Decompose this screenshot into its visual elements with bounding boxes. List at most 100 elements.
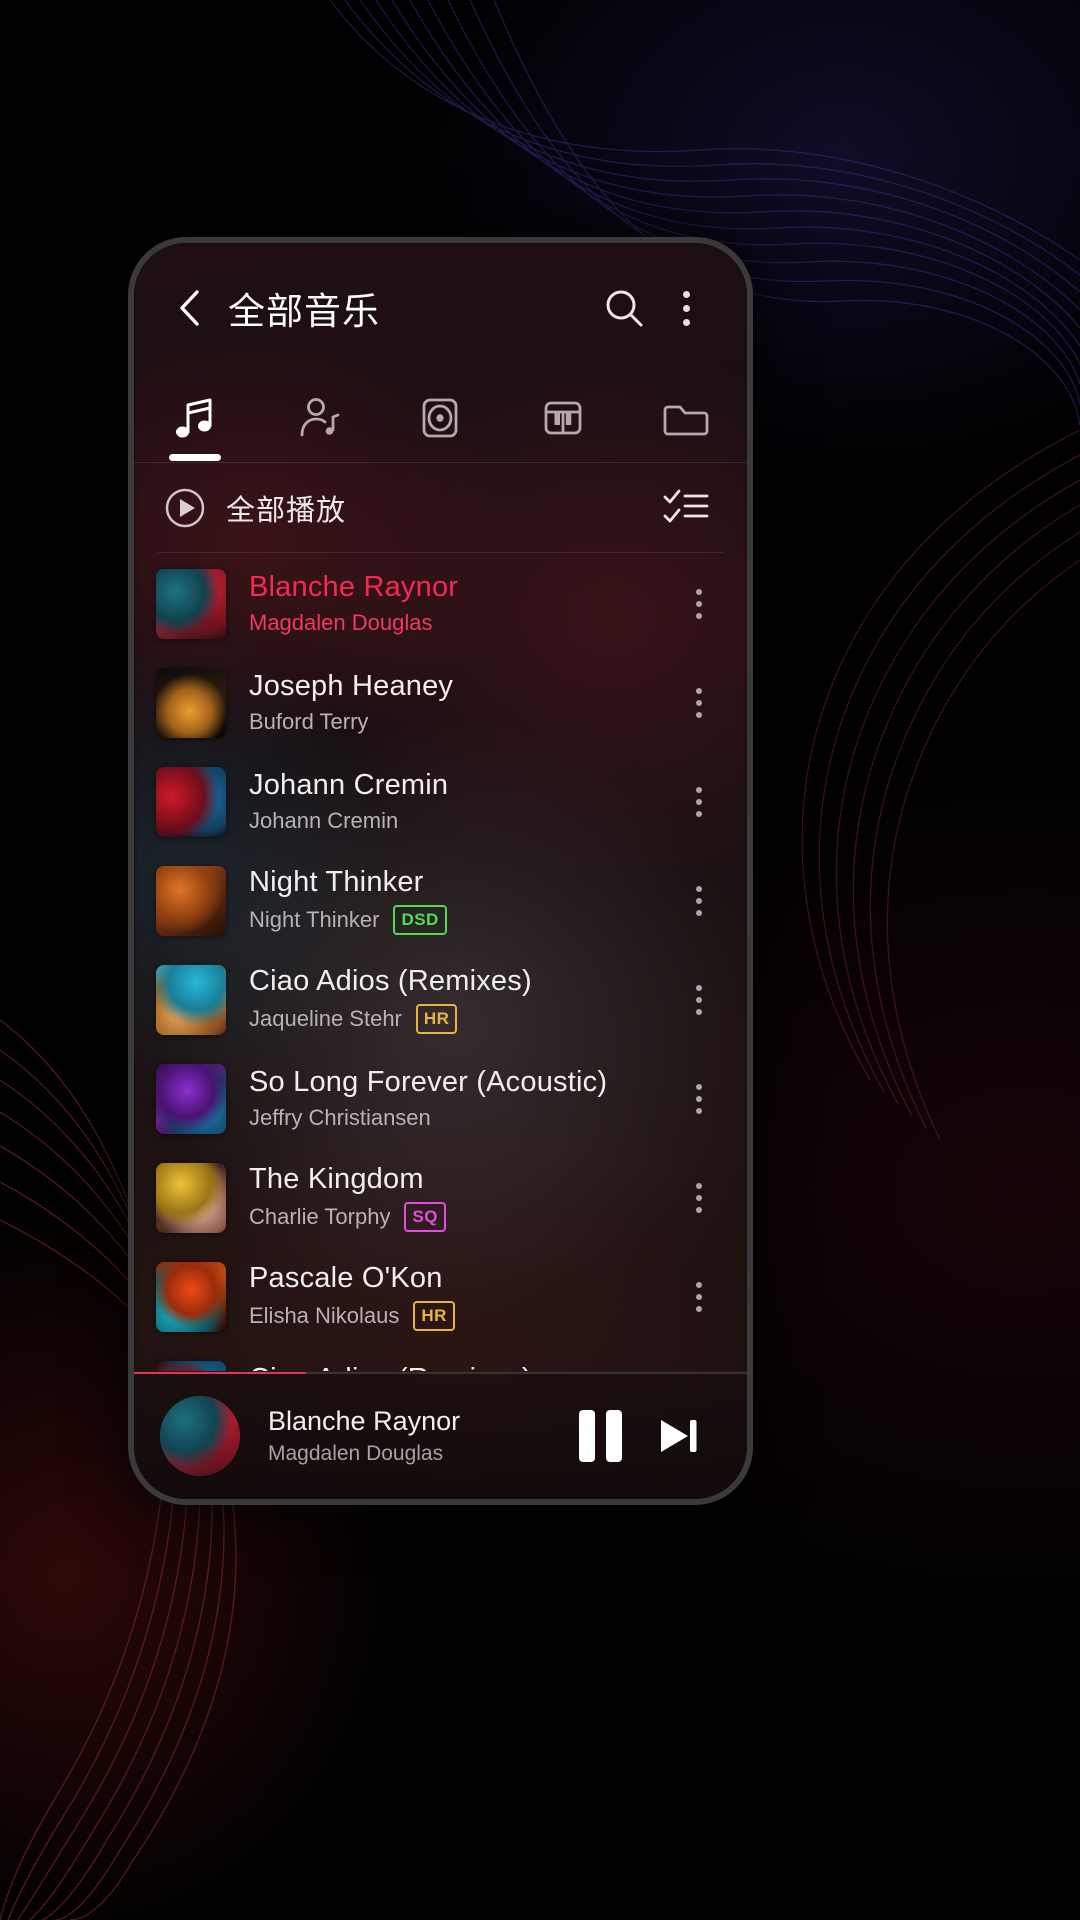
song-overflow-button[interactable] bbox=[671, 1064, 727, 1134]
song-row[interactable]: Ciao Adios (Remixes)Willis Osinski bbox=[134, 1346, 747, 1371]
playback-progress-fill bbox=[134, 1372, 306, 1374]
song-album-art bbox=[156, 1261, 226, 1332]
song-row[interactable]: The Kingdom Charlie Torphy SQ bbox=[134, 1148, 747, 1247]
song-title: So Long Forever (Acoustic) bbox=[249, 1066, 608, 1098]
song-meta: Johann Cremin Johann Cremin bbox=[249, 769, 671, 834]
album-art-image bbox=[156, 1261, 226, 1332]
song-meta: So Long Forever (Acoustic) Jeffry Christi… bbox=[249, 1066, 671, 1131]
quality-badge: HR bbox=[415, 1004, 458, 1034]
mini-player-title: Blanche Raynor bbox=[268, 1405, 461, 1436]
phone-screen: 全部音乐 全部播放 Blanche Raynor Magdalen Dougla… bbox=[134, 243, 747, 1499]
song-album-art bbox=[156, 1360, 226, 1371]
song-meta: Pascale O'Kon Elisha Nikolaus HR bbox=[249, 1262, 671, 1331]
play-circle-icon bbox=[165, 488, 205, 528]
skip-next-icon bbox=[661, 1419, 697, 1452]
quality-badge: HR bbox=[413, 1301, 455, 1331]
song-subline: Jeffry Christiansen bbox=[249, 1105, 671, 1131]
more-vertical-icon bbox=[696, 786, 702, 817]
song-row[interactable]: Blanche Raynor Magdalen Douglas bbox=[134, 554, 747, 653]
back-button[interactable] bbox=[164, 282, 216, 334]
song-artist: Buford Terry bbox=[249, 709, 369, 734]
song-subline: Buford Terry bbox=[249, 709, 671, 735]
quality-badge: DSD bbox=[393, 905, 447, 935]
song-overflow-button[interactable] bbox=[671, 1163, 727, 1233]
pause-button[interactable] bbox=[561, 1397, 639, 1475]
album-art-image bbox=[156, 964, 226, 1035]
phone-device-frame: 全部音乐 全部播放 Blanche Raynor Magdalen Dougla… bbox=[128, 237, 753, 1505]
checklist-icon bbox=[663, 489, 709, 523]
multi-select-button[interactable] bbox=[655, 477, 717, 539]
mini-player-album-art[interactable] bbox=[160, 1395, 240, 1476]
song-meta: Blanche Raynor Magdalen Douglas bbox=[249, 571, 671, 636]
song-title: Ciao Adios (Remixes) bbox=[249, 1363, 671, 1371]
song-artist: Jaqueline Stehr bbox=[249, 1006, 402, 1031]
overflow-menu-button[interactable] bbox=[655, 277, 717, 339]
tab-artists[interactable] bbox=[257, 373, 380, 463]
song-meta: Night Thinker Night Thinker DSD bbox=[249, 866, 671, 935]
tab-active-indicator bbox=[169, 454, 222, 461]
more-vertical-icon bbox=[682, 290, 690, 326]
tab-songs[interactable] bbox=[134, 373, 257, 463]
song-row[interactable]: So Long Forever (Acoustic) Jeffry Christi… bbox=[134, 1049, 747, 1148]
song-album-art bbox=[156, 766, 226, 837]
more-vertical-icon bbox=[696, 1281, 702, 1312]
app-header: 全部音乐 bbox=[134, 243, 747, 373]
song-subline: Night Thinker DSD bbox=[249, 905, 671, 935]
tab-folders[interactable] bbox=[624, 373, 747, 463]
play-all-bar: 全部播放 bbox=[134, 463, 747, 553]
song-title: Ciao Adios (Remixes) bbox=[249, 965, 532, 997]
album-art-image bbox=[156, 568, 226, 639]
page-title: 全部音乐 bbox=[228, 291, 380, 332]
mini-player: Blanche Raynor Magdalen Douglas bbox=[134, 1371, 747, 1499]
song-overflow-button[interactable] bbox=[671, 668, 727, 738]
song-artist: Johann Cremin bbox=[249, 808, 399, 833]
song-meta: Ciao Adios (Remixes) Jaqueline Stehr HR bbox=[249, 965, 671, 1034]
song-subline: Charlie Torphy SQ bbox=[249, 1202, 671, 1232]
song-list[interactable]: Blanche Raynor Magdalen Douglas Joseph Hea… bbox=[134, 554, 747, 1371]
song-artist: Charlie Torphy bbox=[249, 1204, 391, 1229]
more-vertical-icon bbox=[696, 1083, 702, 1114]
song-overflow-button[interactable] bbox=[671, 965, 727, 1035]
song-overflow-button[interactable] bbox=[671, 1262, 727, 1332]
song-artist: Elisha Nikolaus bbox=[249, 1303, 400, 1328]
more-vertical-icon bbox=[696, 984, 702, 1015]
song-title: Joseph Heaney bbox=[249, 670, 454, 702]
song-album-art bbox=[156, 964, 226, 1035]
song-overflow-button[interactable] bbox=[671, 866, 727, 936]
song-subline: Elisha Nikolaus HR bbox=[249, 1301, 671, 1331]
song-overflow-button[interactable] bbox=[671, 767, 727, 837]
album-art-image bbox=[156, 667, 226, 738]
playback-progress-track[interactable] bbox=[134, 1372, 747, 1374]
chevron-left-icon bbox=[180, 290, 199, 326]
tab-albums[interactable] bbox=[379, 373, 502, 463]
mini-player-meta[interactable]: Blanche Raynor Magdalen Douglas bbox=[268, 1406, 561, 1466]
song-artist: Night Thinker bbox=[249, 907, 380, 932]
more-vertical-icon bbox=[696, 687, 702, 718]
tab-genres[interactable] bbox=[502, 373, 625, 463]
song-row[interactable]: Johann Cremin Johann Cremin bbox=[134, 752, 747, 851]
more-vertical-icon bbox=[696, 885, 702, 916]
song-overflow-button[interactable] bbox=[671, 569, 727, 639]
song-title: Night Thinker bbox=[249, 866, 424, 898]
song-row[interactable]: Pascale O'Kon Elisha Nikolaus HR bbox=[134, 1247, 747, 1346]
song-title: The Kingdom bbox=[249, 1163, 424, 1195]
song-subline: Jaqueline Stehr HR bbox=[249, 1004, 671, 1034]
mini-player-artist: Magdalen Douglas bbox=[268, 1441, 444, 1465]
song-title: Blanche Raynor bbox=[249, 571, 459, 603]
next-track-button[interactable] bbox=[639, 1397, 717, 1475]
song-row[interactable]: Joseph Heaney Buford Terry bbox=[134, 653, 747, 752]
song-artist: Jeffry Christiansen bbox=[249, 1105, 431, 1130]
search-icon bbox=[606, 290, 643, 327]
category-tabs bbox=[134, 373, 747, 463]
album-art-image bbox=[156, 1063, 226, 1134]
song-subline: Magdalen Douglas bbox=[249, 610, 671, 636]
song-row[interactable]: Ciao Adios (Remixes) Jaqueline Stehr HR bbox=[134, 950, 747, 1049]
song-overflow-button[interactable] bbox=[671, 1361, 727, 1372]
song-album-art bbox=[156, 568, 226, 639]
play-all-button[interactable]: 全部播放 bbox=[164, 487, 346, 529]
artist-icon bbox=[300, 398, 340, 437]
song-album-art bbox=[156, 1063, 226, 1134]
song-album-art bbox=[156, 667, 226, 738]
search-button[interactable] bbox=[593, 277, 655, 339]
song-row[interactable]: Night Thinker Night Thinker DSD bbox=[134, 851, 747, 950]
